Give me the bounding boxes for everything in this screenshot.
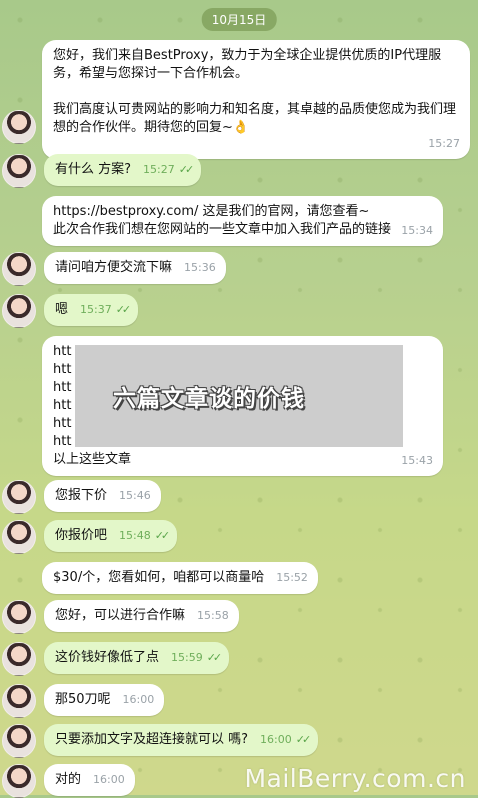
message-time: 15:46 bbox=[119, 489, 151, 502]
message-text: https://bestproxy.com/ 这是我们的官网，请您查看~ 此次合… bbox=[53, 204, 392, 237]
user-avatar[interactable] bbox=[2, 642, 36, 676]
message-row: 这价钱好像低了点 15:59 ✓✓ bbox=[2, 642, 230, 676]
message-time: 16:00 bbox=[93, 773, 125, 786]
message-text: 嗯 bbox=[55, 302, 69, 317]
message-row: https://bestproxy.com/ 这是我们的官网，请您查看~ 此次合… bbox=[0, 196, 443, 246]
message-text: 对的 bbox=[55, 772, 82, 787]
message-time: 15:37 bbox=[80, 303, 112, 316]
read-checkmark-icon: ✓✓ bbox=[115, 303, 132, 316]
read-checkmark-icon: ✓✓ bbox=[206, 651, 223, 664]
message-time: 15:58 bbox=[197, 609, 229, 622]
contact-avatar[interactable] bbox=[2, 764, 36, 798]
message-row: 对的 16:00 bbox=[2, 764, 135, 798]
message-time: 15:36 bbox=[184, 261, 216, 274]
date-separator: 10月15日 bbox=[201, 8, 277, 31]
redaction-label: 六篇文章谈的价钱 bbox=[113, 386, 305, 412]
message-text: 有什么 方案? bbox=[55, 162, 132, 177]
message-row: 请问咱方便交流下嘛 15:36 bbox=[2, 252, 226, 286]
message-bubble[interactable]: 那50刀呢 16:00 bbox=[44, 684, 165, 716]
message-bubble[interactable]: 您报下价 15:46 bbox=[44, 480, 161, 512]
message-time: 15:48 bbox=[119, 529, 151, 542]
message-bubble[interactable]: 对的 16:00 bbox=[44, 764, 135, 796]
message-time: 15:59 bbox=[171, 651, 203, 664]
message-time: 15:27 bbox=[428, 137, 460, 150]
message-time: 15:27 bbox=[143, 163, 175, 176]
message-row: 您报下价 15:46 bbox=[2, 480, 161, 514]
message-time: 16:00 bbox=[122, 693, 155, 706]
message-bubble[interactable]: 请问咱方便交流下嘛 15:36 bbox=[44, 252, 226, 284]
message-bubble[interactable]: 有什么 方案? 15:27 ✓✓ bbox=[44, 154, 202, 186]
contact-avatar[interactable] bbox=[2, 110, 36, 144]
message-row: $30/个，您看如何，咱都可以商量哈 15:52 bbox=[0, 562, 318, 594]
message-time: 16:00 bbox=[260, 733, 292, 746]
read-checkmark-icon: ✓✓ bbox=[295, 733, 312, 746]
user-avatar[interactable] bbox=[2, 724, 36, 758]
redaction-overlay: 六篇文章谈的价钱 bbox=[75, 345, 403, 447]
message-bubble[interactable]: 您好，我们来自BestProxy，致力于为全球企业提供优质的IP代理服务，希望与… bbox=[42, 40, 470, 159]
message-time: 15:43 bbox=[401, 454, 433, 467]
message-bubble[interactable]: 嗯 15:37 ✓✓ bbox=[44, 294, 139, 326]
message-text: 你报价吧 bbox=[55, 528, 108, 543]
message-row: 有什么 方案? 15:27 ✓✓ bbox=[2, 154, 202, 188]
message-text: 那50刀呢 bbox=[55, 692, 111, 707]
message-row: 你报价吧 15:48 ✓✓ bbox=[2, 520, 178, 554]
message-bubble[interactable]: $30/个，您看如何，咱都可以商量哈 15:52 bbox=[42, 562, 318, 594]
message-row: 您好，我们来自BestProxy，致力于为全球企业提供优质的IP代理服务，希望与… bbox=[0, 40, 470, 159]
message-row: 嗯 15:37 ✓✓ bbox=[2, 294, 139, 328]
message-row: 那50刀呢 16:00 bbox=[2, 684, 165, 718]
user-avatar[interactable] bbox=[2, 154, 36, 188]
message-row: 您好，可以进行合作嘛 15:58 bbox=[2, 600, 239, 634]
message-bubble[interactable]: 这价钱好像低了点 15:59 ✓✓ bbox=[44, 642, 230, 674]
message-bubble[interactable]: 您好，可以进行合作嘛 15:58 bbox=[44, 600, 239, 632]
message-bubble[interactable]: 只要添加文字及超连接就可以 嗎? 16:00 ✓✓ bbox=[44, 724, 319, 756]
message-text: 请问咱方便交流下嘛 bbox=[55, 260, 173, 275]
message-bubble[interactable]: https://bestproxy.com/ 这是我们的官网，请您查看~ 此次合… bbox=[42, 196, 443, 246]
message-text: 您好，可以进行合作嘛 bbox=[55, 608, 186, 623]
contact-avatar[interactable] bbox=[2, 684, 36, 718]
message-text: $30/个，您看如何，咱都可以商量哈 bbox=[53, 570, 265, 585]
contact-avatar[interactable] bbox=[2, 252, 36, 286]
contact-avatar[interactable] bbox=[2, 480, 36, 514]
watermark: MailBerry.com.cn bbox=[244, 764, 466, 793]
message-row: 只要添加文字及超连接就可以 嗎? 16:00 ✓✓ bbox=[2, 724, 319, 758]
message-time: 15:52 bbox=[276, 571, 308, 584]
message-text: 只要添加文字及超连接就可以 嗎? bbox=[55, 732, 249, 747]
message-text: 您好，我们来自BestProxy，致力于为全球企业提供优质的IP代理服务，希望与… bbox=[53, 48, 457, 135]
read-checkmark-icon: ✓✓ bbox=[178, 163, 195, 176]
read-checkmark-icon: ✓✓ bbox=[154, 529, 171, 542]
message-bubble[interactable]: 你报价吧 15:48 ✓✓ bbox=[44, 520, 178, 552]
user-avatar[interactable] bbox=[2, 294, 36, 328]
message-text: 您报下价 bbox=[55, 488, 108, 503]
message-text: 这价钱好像低了点 bbox=[55, 650, 160, 665]
message-time: 15:34 bbox=[401, 224, 433, 237]
contact-avatar[interactable] bbox=[2, 600, 36, 634]
user-avatar[interactable] bbox=[2, 520, 36, 554]
